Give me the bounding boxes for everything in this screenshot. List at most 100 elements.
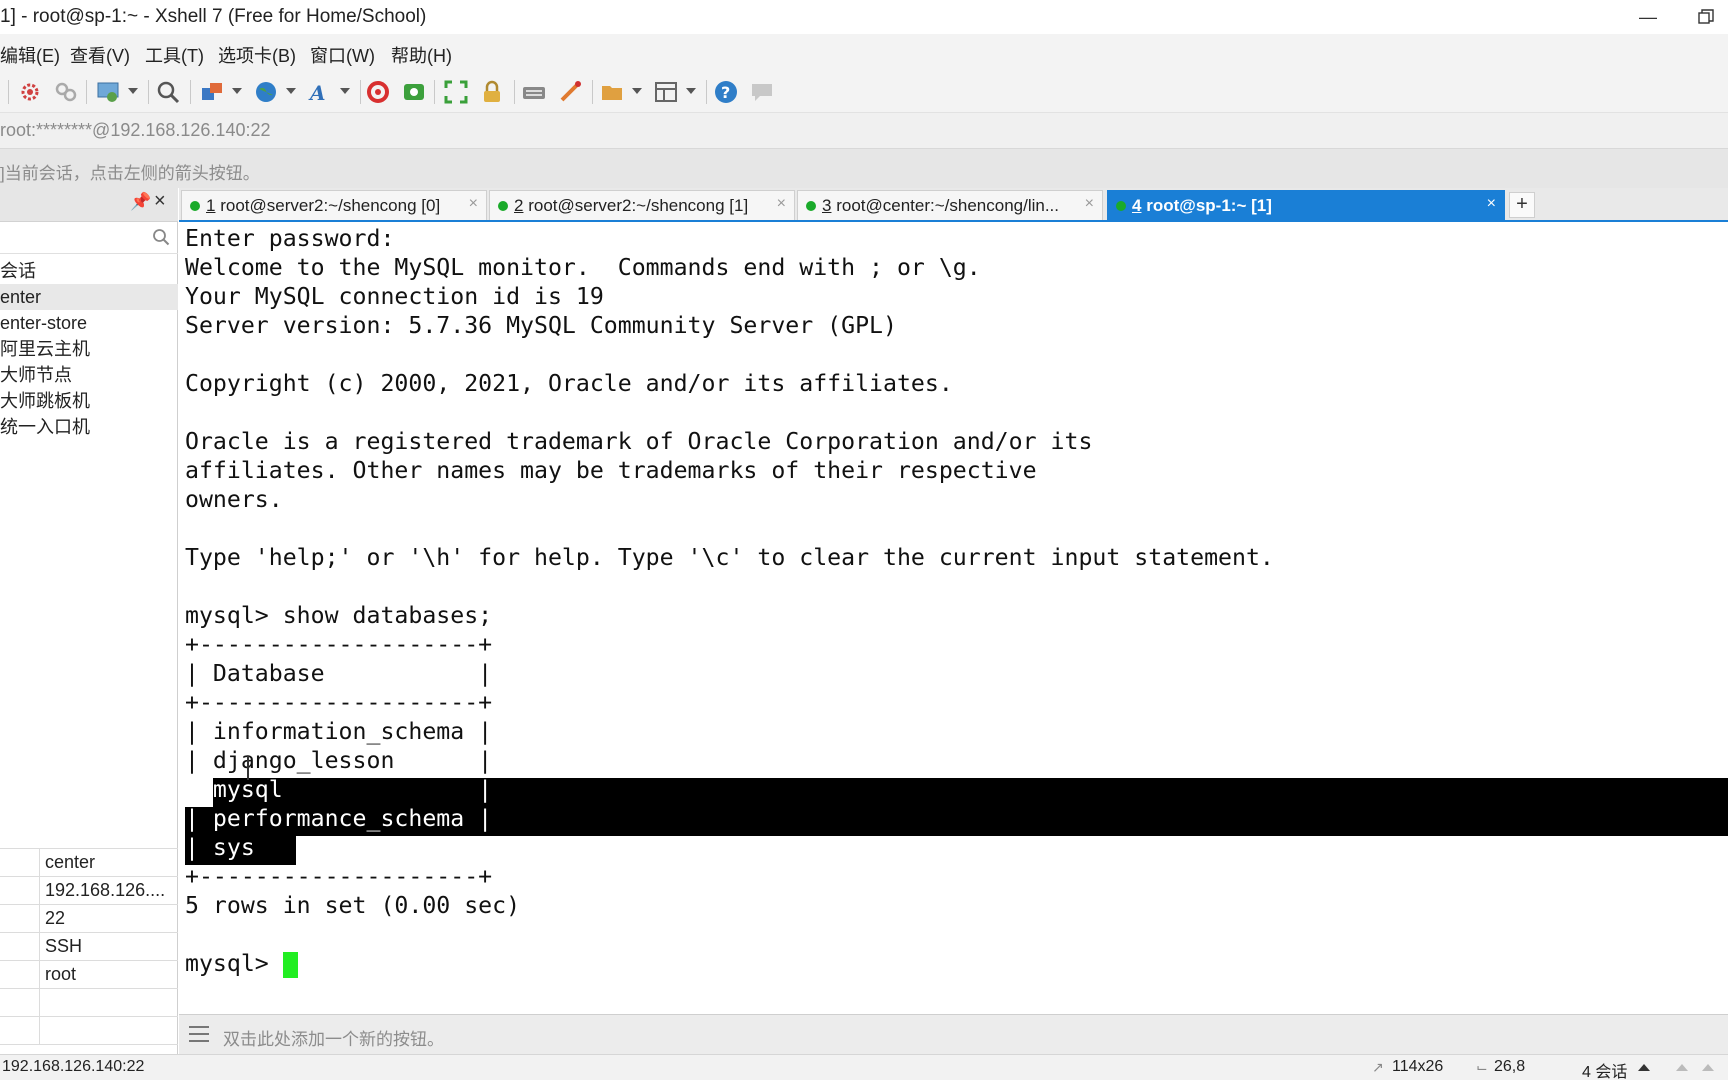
tab-center[interactable]: 3 root@center:~/shencong/lin... ×	[797, 190, 1103, 220]
toolbar-separator	[706, 80, 707, 104]
address-bar[interactable]: root:********@192.168.126.140:22	[0, 112, 1728, 148]
toolbar-separator	[148, 80, 149, 104]
hint-text: ]当前会话，点击左侧的箭头按钮。	[0, 164, 260, 183]
session-item-enter[interactable]: enter	[0, 284, 178, 310]
link-icon[interactable]	[54, 80, 78, 104]
menu-edit[interactable]: 编辑(E)	[0, 42, 60, 68]
session-tree: 会话 enter enter-store 阿里云主机 大师节点 大师跳板机 统一…	[0, 258, 178, 440]
property-row: root	[0, 961, 178, 989]
font-icon[interactable]: A	[308, 80, 332, 105]
terminal-prompt-line: mysql>	[185, 950, 283, 977]
tab-label: 4 root@sp-1:~ [1]	[1132, 196, 1272, 216]
folder-icon[interactable]	[600, 80, 624, 104]
session-item-all[interactable]: 会话	[0, 258, 178, 284]
lock-icon[interactable]	[480, 80, 504, 104]
xmanager-icon[interactable]	[402, 80, 426, 104]
menu-help[interactable]: 帮助(H)	[391, 42, 452, 68]
scroll-top-icon[interactable]	[1702, 1064, 1714, 1071]
property-name-value: center	[45, 852, 96, 872]
menu-tools[interactable]: 工具(T)	[145, 42, 204, 68]
toolbar-separator	[8, 80, 9, 104]
menu-bar: 编辑(E) 查看(V) 工具(T) 选项卡(B) 窗口(W) 帮助(H)	[0, 34, 1728, 70]
layout-dropdown-arrow[interactable]	[686, 88, 696, 94]
session-search	[0, 222, 178, 254]
terminal-line: +--------------------+	[185, 689, 493, 716]
terminal-line: +--------------------+	[185, 863, 493, 890]
terminal-line: owners.	[185, 486, 283, 513]
xftp-icon[interactable]	[366, 80, 390, 104]
tab-sp-1[interactable]: 4 root@sp-1:~ [1] ×	[1107, 190, 1505, 220]
toolbar-separator	[514, 80, 515, 104]
terminal-line: | django_lesson |	[185, 747, 493, 774]
close-tab-icon[interactable]: ×	[469, 195, 478, 213]
property-key	[0, 933, 40, 961]
settings-dropdown-arrow[interactable]	[128, 88, 138, 94]
folder-dropdown-arrow[interactable]	[632, 88, 642, 94]
globe-icon[interactable]	[254, 80, 278, 104]
terminal-line: mysql> show databases;	[185, 602, 493, 629]
property-user-value: root	[45, 964, 77, 984]
terminal-line: | information_schema |	[185, 718, 493, 745]
session-item-aliyun[interactable]: 阿里云主机	[0, 336, 178, 362]
property-key	[0, 877, 40, 905]
close-tab-icon[interactable]: ×	[1487, 195, 1496, 213]
terminal-line: Type 'help;' or '\h' for help. Type '\c'…	[185, 544, 1274, 571]
globe-dropdown-arrow[interactable]	[286, 88, 296, 94]
script-icon[interactable]	[558, 80, 582, 104]
session-search-input[interactable]	[0, 222, 146, 253]
session-item-entry-host[interactable]: 统一入口机	[0, 414, 178, 440]
session-properties: center 192.168.126.... 22 SSH root	[0, 848, 178, 1045]
status-session-count[interactable]: 4 会话	[1582, 1058, 1627, 1080]
minimize-icon: —	[1639, 6, 1657, 27]
property-key	[0, 849, 40, 877]
session-item-jump-host[interactable]: 大师跳板机	[0, 388, 178, 414]
property-host-value: 192.168.126....	[45, 880, 166, 900]
scroll-up-icon[interactable]	[1676, 1064, 1688, 1071]
terminal-line: Copyright (c) 2000, 2021, Oracle and/or …	[185, 370, 953, 397]
terminal-view[interactable]: Enter password: Welcome to the MySQL mon…	[179, 224, 1728, 1014]
tab-title: root@sp-1:~ [1]	[1146, 196, 1272, 215]
session-item-enter-store[interactable]: enter-store	[0, 310, 178, 336]
new-tab-button[interactable]: +	[1509, 192, 1535, 218]
close-icon[interactable]: ×	[154, 190, 166, 213]
properties-icon[interactable]	[18, 80, 42, 104]
transfer-icon[interactable]	[200, 80, 224, 104]
property-port-value: 22	[45, 908, 66, 928]
chat-icon[interactable]	[750, 80, 774, 104]
layout-icon[interactable]	[654, 80, 678, 104]
menu-view[interactable]: 查看(V)	[70, 42, 130, 68]
search-icon[interactable]	[152, 228, 170, 246]
terminal-line: Welcome to the MySQL monitor. Commands e…	[185, 254, 981, 281]
terminal-line-selected: | mysql |	[185, 776, 493, 803]
tab-number: 4	[1132, 196, 1142, 215]
keyboard-icon[interactable]	[522, 80, 546, 104]
menu-window[interactable]: 窗口(W)	[310, 42, 375, 68]
restore-button[interactable]	[1684, 0, 1728, 34]
transfer-dropdown-arrow[interactable]	[232, 88, 242, 94]
status-terminal-size: 114x26	[1392, 1058, 1444, 1075]
tab-number: 2	[514, 196, 524, 215]
menu-tabs[interactable]: 选项卡(B)	[218, 42, 296, 68]
font-dropdown-arrow[interactable]	[340, 88, 350, 94]
tab-title: root@server2:~/shencong [1]	[528, 196, 749, 215]
toolbar-separator	[360, 80, 361, 104]
property-key	[0, 905, 40, 933]
tab-server2-0[interactable]: 1 root@server2:~/shencong [0] ×	[181, 190, 487, 220]
hint-bar: ]当前会话，点击左侧的箭头按钮。	[0, 148, 1728, 188]
minimize-button[interactable]: —	[1626, 0, 1670, 34]
terminal-size-icon: ↗	[1372, 1059, 1384, 1075]
session-list-arrow-icon[interactable]	[1638, 1064, 1650, 1071]
help-icon[interactable]: ?	[714, 80, 738, 104]
settings-icon[interactable]	[96, 80, 120, 104]
quick-command-bar[interactable]: 双击此处添加一个新的按钮。	[179, 1014, 1728, 1054]
close-tab-icon[interactable]: ×	[1085, 195, 1094, 213]
menu-lines-icon[interactable]	[189, 1026, 209, 1042]
search-icon[interactable]	[156, 80, 180, 104]
session-item-master-node[interactable]: 大师节点	[0, 362, 178, 388]
tab-server2-1[interactable]: 2 root@server2:~/shencong [1] ×	[489, 190, 795, 220]
fullscreen-icon[interactable]	[444, 80, 468, 104]
pin-icon[interactable]: 📌	[130, 192, 151, 212]
terminal-line: | Database |	[185, 660, 493, 687]
close-tab-icon[interactable]: ×	[777, 195, 786, 213]
cursor-position-icon: ⌙	[1476, 1059, 1488, 1075]
